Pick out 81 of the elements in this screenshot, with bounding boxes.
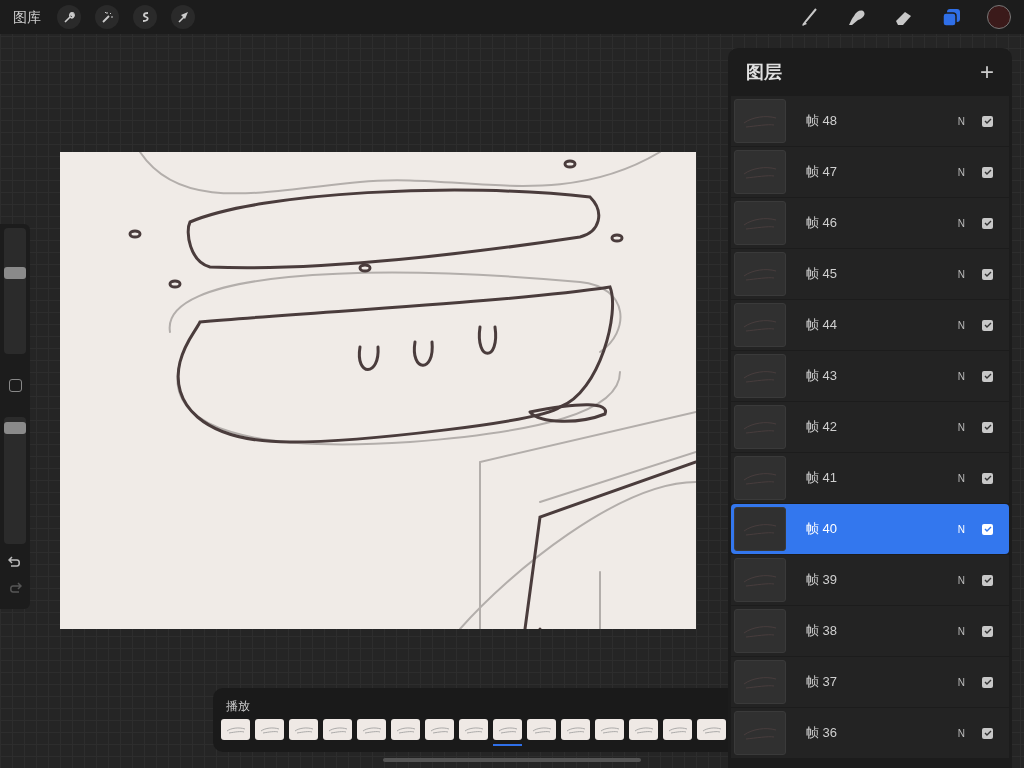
blend-mode-button[interactable]: N bbox=[957, 521, 965, 537]
blend-mode-button[interactable]: N bbox=[957, 266, 965, 282]
layer-name: 帧 48 bbox=[806, 112, 839, 131]
layer-row[interactable]: 帧 46 N bbox=[731, 198, 1009, 248]
slider-thumb[interactable] bbox=[4, 266, 26, 279]
layer-thumbnail bbox=[734, 456, 786, 500]
layer-thumbnail bbox=[734, 354, 786, 398]
panel-title: 图层 bbox=[746, 60, 782, 84]
layer-name: 帧 40 bbox=[806, 520, 839, 539]
blend-mode-button[interactable]: N bbox=[957, 674, 965, 690]
visibility-checkbox[interactable] bbox=[982, 166, 993, 178]
blend-mode-button[interactable]: N bbox=[957, 164, 965, 180]
layer-row[interactable]: 帧 48 N bbox=[731, 96, 1009, 146]
layer-thumbnail bbox=[734, 609, 786, 653]
brush-size-slider[interactable] bbox=[4, 228, 26, 354]
layer-row[interactable]: 帧 39 N bbox=[731, 555, 1009, 605]
layer-name: 帧 43 bbox=[806, 367, 839, 386]
arrow-cursor-icon[interactable] bbox=[171, 5, 195, 29]
blend-mode-button[interactable]: N bbox=[957, 572, 965, 588]
slider-thumb[interactable] bbox=[4, 421, 26, 434]
layer-row[interactable]: 帧 37 N bbox=[731, 657, 1009, 707]
layer-name: 帧 37 bbox=[806, 673, 839, 692]
visibility-checkbox[interactable] bbox=[982, 115, 993, 127]
wrench-icon[interactable] bbox=[57, 5, 81, 29]
layer-thumbnail bbox=[734, 201, 786, 245]
blend-mode-button[interactable]: N bbox=[957, 368, 965, 384]
frame-thumbnail[interactable] bbox=[493, 719, 522, 746]
visibility-checkbox[interactable] bbox=[982, 574, 993, 586]
color-swatch[interactable] bbox=[987, 5, 1011, 29]
blend-mode-button[interactable]: N bbox=[957, 725, 965, 741]
layer-name: 帧 47 bbox=[806, 163, 839, 182]
layer-thumbnail bbox=[734, 507, 786, 551]
layer-row[interactable]: 帧 41 N bbox=[731, 453, 1009, 503]
layer-name: 帧 41 bbox=[806, 469, 839, 488]
playback-label[interactable]: 播放 bbox=[213, 688, 728, 719]
layer-thumbnail bbox=[734, 660, 786, 704]
layer-name: 帧 42 bbox=[806, 418, 839, 437]
blend-mode-button[interactable]: N bbox=[957, 623, 965, 639]
layer-name: 帧 46 bbox=[806, 214, 839, 233]
layer-thumbnail bbox=[734, 711, 786, 755]
blend-mode-button[interactable]: N bbox=[957, 317, 965, 333]
visibility-checkbox[interactable] bbox=[982, 319, 993, 331]
layer-row[interactable]: 帧 40 N bbox=[731, 504, 1009, 554]
layer-row[interactable]: 帧 47 N bbox=[731, 147, 1009, 197]
layer-row[interactable]: 帧 38 N bbox=[731, 606, 1009, 656]
layer-thumbnail bbox=[734, 99, 786, 143]
magic-wand-icon[interactable] bbox=[95, 5, 119, 29]
layer-name: 帧 38 bbox=[806, 622, 839, 641]
layer-thumbnail bbox=[734, 252, 786, 296]
layer-row[interactable]: 帧 43 N bbox=[731, 351, 1009, 401]
layer-row[interactable]: 帧 44 N bbox=[731, 300, 1009, 350]
layer-row[interactable]: 帧 45 N bbox=[731, 249, 1009, 299]
visibility-checkbox[interactable] bbox=[982, 625, 993, 637]
layer-name: 帧 45 bbox=[806, 265, 839, 284]
layer-row[interactable]: 帧 42 N bbox=[731, 402, 1009, 452]
opacity-slider[interactable] bbox=[4, 417, 26, 544]
visibility-checkbox[interactable] bbox=[982, 472, 993, 484]
visibility-checkbox[interactable] bbox=[982, 727, 993, 739]
layer-thumbnail bbox=[734, 150, 786, 194]
undo-icon[interactable] bbox=[8, 556, 22, 568]
visibility-checkbox[interactable] bbox=[982, 217, 993, 229]
blend-mode-button[interactable]: N bbox=[957, 470, 965, 486]
blend-mode-button[interactable]: N bbox=[957, 419, 965, 435]
visibility-checkbox[interactable] bbox=[982, 676, 993, 688]
layer-name: 帧 39 bbox=[806, 571, 839, 590]
visibility-checkbox[interactable] bbox=[982, 421, 993, 433]
visibility-checkbox[interactable] bbox=[982, 523, 993, 535]
blend-mode-button[interactable]: N bbox=[957, 113, 965, 129]
layer-thumbnail bbox=[734, 405, 786, 449]
layer-name: 帧 44 bbox=[806, 316, 839, 335]
layer-thumbnail bbox=[734, 303, 786, 347]
visibility-checkbox[interactable] bbox=[982, 268, 993, 280]
layer-row[interactable]: 帧 36 N bbox=[731, 708, 1009, 758]
layer-name: 帧 36 bbox=[806, 724, 839, 743]
visibility-checkbox[interactable] bbox=[982, 370, 993, 382]
gallery-button[interactable]: 图库 bbox=[13, 6, 41, 28]
blend-mode-button[interactable]: N bbox=[957, 215, 965, 231]
modify-button[interactable] bbox=[8, 379, 22, 392]
selection-icon[interactable] bbox=[133, 5, 157, 29]
add-layer-button[interactable]: + bbox=[980, 60, 994, 84]
layer-thumbnail bbox=[734, 558, 786, 602]
